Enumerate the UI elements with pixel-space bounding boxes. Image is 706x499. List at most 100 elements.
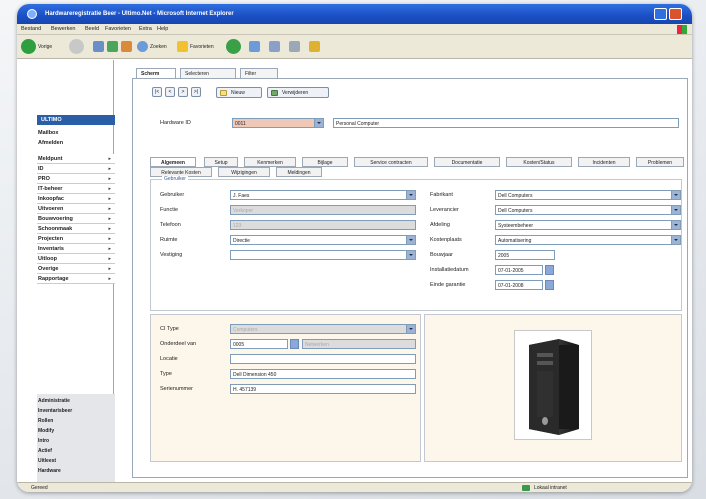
type-field[interactable]: Dell Dimension 450 xyxy=(230,369,416,379)
calendar-icon[interactable] xyxy=(545,265,554,275)
lookup-icon[interactable] xyxy=(314,119,323,127)
sidebar-bottom-item[interactable]: Intro xyxy=(38,438,49,444)
refresh-icon[interactable] xyxy=(107,41,118,52)
locatie-field[interactable] xyxy=(230,354,416,364)
dropdown-icon[interactable] xyxy=(671,191,680,199)
sidebar-bottom-item[interactable]: Rollen xyxy=(38,418,53,424)
sidebar-item-inventaris[interactable]: Inventaris ▸ xyxy=(37,244,115,254)
room-label: Ruimte xyxy=(160,237,178,243)
hardware-id-value: 0011 xyxy=(235,121,246,127)
next-record-button[interactable]: > xyxy=(178,87,188,97)
warranty-end-field[interactable]: 07-01-2008 xyxy=(495,280,543,290)
menu-favorites[interactable]: Favorieten xyxy=(105,26,131,32)
sidebar-item-uitloop[interactable]: Uitloop ▸ xyxy=(37,254,115,264)
tab-selecteren[interactable]: Selecteren xyxy=(180,68,236,78)
print-icon[interactable] xyxy=(289,41,300,52)
dropdown-icon[interactable] xyxy=(406,236,415,244)
manufacturer-field[interactable]: Dell Computers xyxy=(495,190,681,200)
dropdown-icon[interactable] xyxy=(671,206,680,214)
mail-icon[interactable] xyxy=(269,41,280,52)
chevron-right-icon: ▸ xyxy=(108,186,111,192)
sidebar-item-pro[interactable]: PRO ▸ xyxy=(37,174,115,184)
dropdown-icon[interactable] xyxy=(671,221,680,229)
sidebar-item-inkoopfac[interactable]: Inkoopfac ▸ xyxy=(37,194,115,204)
hardware-id-field[interactable]: 0011 xyxy=(232,118,324,128)
home-icon[interactable] xyxy=(121,41,132,52)
sidebar-bottom-item[interactable]: Administratie xyxy=(38,398,70,404)
new-button[interactable]: Nieuw xyxy=(216,87,262,98)
back-label[interactable]: Vorige xyxy=(38,44,52,50)
chevron-right-icon: ▸ xyxy=(108,166,111,172)
menu-edit[interactable]: Bewerken xyxy=(51,26,75,32)
dropdown-icon[interactable] xyxy=(671,236,680,244)
subtab-documentatie[interactable]: Documentatie xyxy=(434,157,500,167)
sidebar-item-id[interactable]: ID ▸ xyxy=(37,164,115,174)
subtab-kenmerken[interactable]: Kenmerken xyxy=(244,157,296,167)
department-field[interactable]: Systeembeheer xyxy=(495,220,681,230)
install-date-field[interactable]: 07-01-2005 xyxy=(495,265,543,275)
back-arrow-icon[interactable] xyxy=(21,39,36,54)
hardware-description-field[interactable]: Personal Computer xyxy=(333,118,679,128)
subtab-kosten-status[interactable]: Kosten/Status xyxy=(506,157,572,167)
chevron-right-icon: ▸ xyxy=(108,196,111,202)
mailbox-link[interactable]: Mailbox xyxy=(38,130,58,136)
favorites-star-icon[interactable] xyxy=(177,41,188,52)
room-field[interactable]: Directie xyxy=(230,235,416,245)
supplier-value: Dell Computers xyxy=(498,208,533,214)
history-icon[interactable] xyxy=(249,41,260,52)
build-year-field[interactable]: 2005 xyxy=(495,250,555,260)
cost-center-field[interactable]: Automatisering xyxy=(495,235,681,245)
sidebar-bottom-item[interactable]: Modify xyxy=(38,428,54,434)
subtab-incidenten[interactable]: Incidenten xyxy=(578,157,630,167)
sidebar-item-projecten[interactable]: Projecten ▸ xyxy=(37,234,115,244)
first-record-button[interactable]: |< xyxy=(152,87,162,97)
install-date-label: Installatiedatum xyxy=(430,267,469,273)
menu-file[interactable]: Bestand xyxy=(21,26,41,32)
close-button[interactable] xyxy=(669,8,682,20)
serial-number-field[interactable]: H. 457139 xyxy=(230,384,416,394)
messenger-icon[interactable] xyxy=(309,41,320,52)
sidebar-bottom-item[interactable]: Actief xyxy=(38,448,52,454)
part-of-field[interactable]: 0005 xyxy=(230,339,288,349)
forward-arrow-icon[interactable] xyxy=(69,39,84,54)
menu-help[interactable]: Help xyxy=(157,26,168,32)
search-icon[interactable] xyxy=(137,41,148,52)
lookup-icon[interactable] xyxy=(290,339,299,349)
computer-tower-icon xyxy=(529,339,579,435)
sidebar-bottom-item[interactable]: Uitleest xyxy=(38,458,56,464)
sidebar-item-overige[interactable]: Overige ▸ xyxy=(37,264,115,274)
subtab-wijzigingen[interactable]: Wijzigingen xyxy=(218,167,270,177)
supplier-field[interactable]: Dell Computers xyxy=(495,205,681,215)
menu-tools[interactable]: Extra xyxy=(139,26,152,32)
sidebar-bottom-item[interactable]: Inventarisbeer xyxy=(38,408,72,414)
subtab-setup[interactable]: Setup xyxy=(204,157,238,167)
sidebar-item-it-beheer[interactable]: IT-beheer ▸ xyxy=(37,184,115,194)
subtab-service-contracten[interactable]: Service contracten xyxy=(354,157,428,167)
subtab-algemeen[interactable]: Algemeen xyxy=(150,157,196,167)
sidebar-item-meldpunt[interactable]: Meldpunt ▸ xyxy=(37,154,115,164)
sidebar-item-uitvoeren[interactable]: Uitvoeren ▸ xyxy=(37,204,115,214)
search-label[interactable]: Zoeken xyxy=(150,44,167,50)
maximize-button[interactable] xyxy=(654,8,667,20)
user-field[interactable]: J. Faes xyxy=(230,190,416,200)
dropdown-icon[interactable] xyxy=(406,251,415,259)
subtab-problemen[interactable]: Problemen xyxy=(636,157,684,167)
last-record-button[interactable]: >| xyxy=(191,87,201,97)
menu-view[interactable]: Beeld xyxy=(85,26,99,32)
stop-icon[interactable] xyxy=(93,41,104,52)
favorites-label[interactable]: Favorieten xyxy=(190,44,214,50)
logout-link[interactable]: Afmelden xyxy=(38,140,63,146)
location-branch-field[interactable] xyxy=(230,250,416,260)
previous-record-button[interactable]: < xyxy=(165,87,175,97)
calendar-icon[interactable] xyxy=(545,280,554,290)
delete-button[interactable]: Verwijderen xyxy=(267,87,329,98)
media-icon[interactable] xyxy=(226,39,241,54)
sidebar-bottom-item[interactable]: Hardware xyxy=(38,468,61,474)
sidebar-item-schoonmaak[interactable]: Schoonmaak ▸ xyxy=(37,224,115,234)
subtab-meldingen[interactable]: Meldingen xyxy=(276,167,322,177)
sidebar-item-rapportage[interactable]: Rapportage ▸ xyxy=(37,274,115,284)
tab-filter[interactable]: Filter xyxy=(240,68,278,78)
sidebar-item-bouwvoering[interactable]: Bouwvoering ▸ xyxy=(37,214,115,224)
dropdown-icon[interactable] xyxy=(406,191,415,199)
subtab-bijlage[interactable]: Bijlage xyxy=(302,157,348,167)
